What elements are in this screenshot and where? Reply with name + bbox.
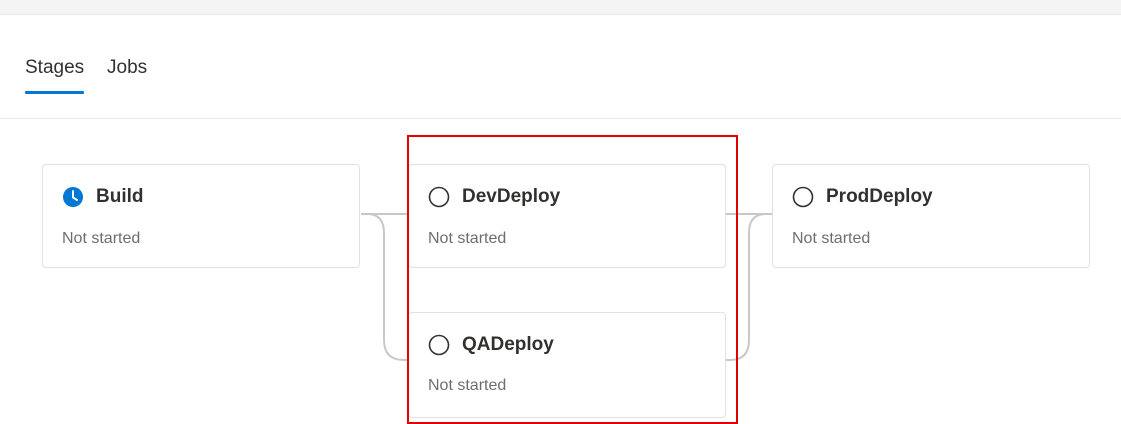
selected-tab-indicator xyxy=(25,91,84,94)
stage-name: Build xyxy=(96,186,144,207)
stage-title-row: DevDeploy xyxy=(428,185,560,209)
stage-status: Not started xyxy=(428,230,507,247)
tab-stages[interactable]: Stages xyxy=(25,56,84,80)
tab-jobs[interactable]: Jobs xyxy=(107,56,147,80)
stage-card-proddeploy[interactable]: ProdDeploy Not started xyxy=(772,164,1090,268)
clock-icon xyxy=(62,186,84,208)
stage-status: Not started xyxy=(792,230,871,247)
top-bar xyxy=(0,0,1121,15)
stage-card-devdeploy[interactable]: DevDeploy Not started xyxy=(408,164,726,268)
stage-title-row: QADeploy xyxy=(428,333,554,357)
stage-title-row: ProdDeploy xyxy=(792,185,933,209)
tab-divider xyxy=(0,118,1121,119)
empty-circle-icon xyxy=(792,186,814,208)
stage-card-build[interactable]: Build Not started xyxy=(42,164,360,268)
connector-qadeploy-proddeploy xyxy=(726,213,772,361)
stage-card-qadeploy[interactable]: QADeploy Not started xyxy=(408,312,726,418)
stage-title-row: Build xyxy=(62,185,144,209)
connector-build-qadeploy xyxy=(361,213,408,361)
stage-status: Not started xyxy=(62,230,141,247)
empty-circle-icon xyxy=(428,186,450,208)
stage-status: Not started xyxy=(428,377,507,394)
stage-name: QADeploy xyxy=(462,334,554,355)
stage-name: ProdDeploy xyxy=(826,186,933,207)
stage-name: DevDeploy xyxy=(462,186,561,207)
empty-circle-icon xyxy=(428,334,450,356)
